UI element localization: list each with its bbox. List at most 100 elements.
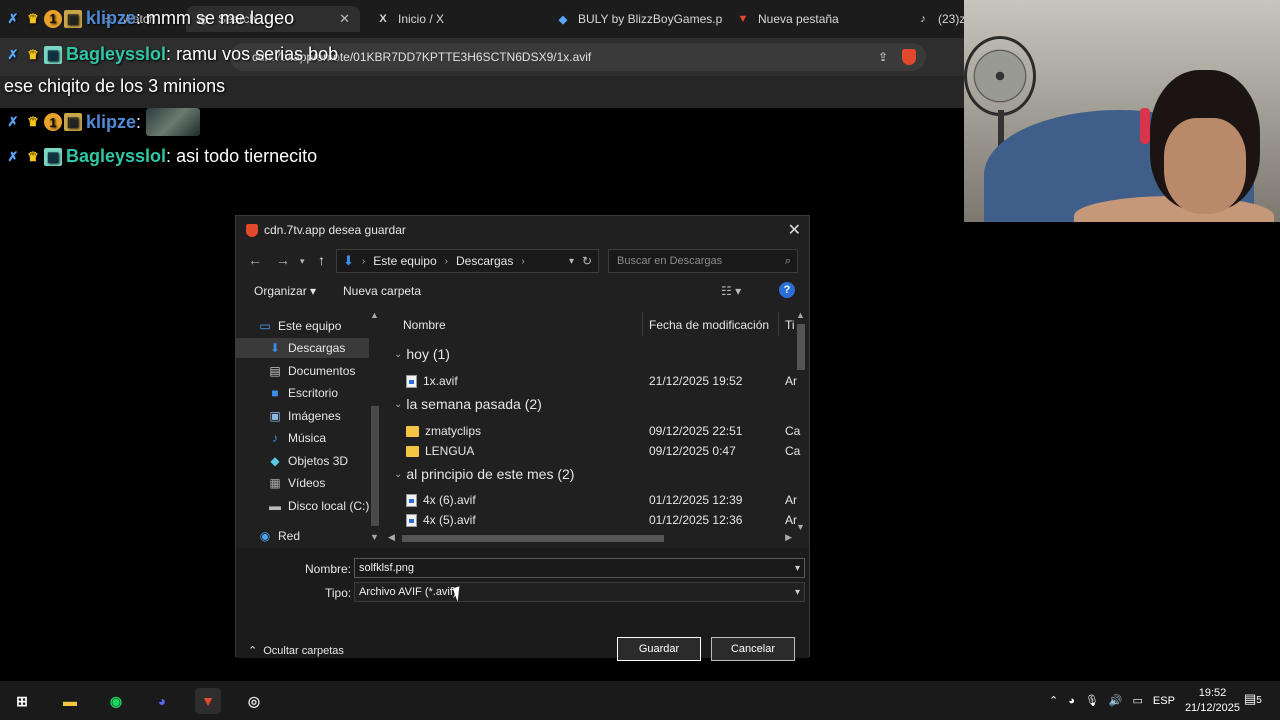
scroll-thumb[interactable] <box>402 535 664 542</box>
group-header[interactable]: ⌄ hoy (1) <box>394 346 450 362</box>
file-name: 4x (5).avif <box>423 513 476 527</box>
face-image <box>1164 118 1246 214</box>
discord-tray-icon[interactable]: ◕ <box>1068 695 1075 707</box>
file-icon <box>406 374 417 388</box>
tab-label: Nueva pestaña <box>758 12 839 26</box>
scroll-up-icon[interactable]: ▲ <box>796 310 805 320</box>
scroll-up-icon[interactable]: ▲ <box>370 310 379 320</box>
tab-tiktok[interactable]: ♪ (23)zr <box>906 6 964 32</box>
discord-icon[interactable]: ◕ <box>149 688 175 714</box>
column-header-name[interactable]: Nombre <box>403 318 446 332</box>
tiktok-icon: ♪ <box>920 13 926 25</box>
group-label: hoy (1) <box>406 346 450 362</box>
sidebar-item-label: Disco local (C:) <box>288 499 370 513</box>
list-item[interactable]: 1x.avif <box>406 372 458 390</box>
filename-input[interactable]: solfklsf.png ▾ <box>354 558 805 578</box>
scroll-down-icon[interactable]: ▼ <box>370 532 379 542</box>
file-date: 09/12/2025 0:47 <box>649 444 736 458</box>
microphone-icon[interactable]: 🎙 <box>1085 694 1099 707</box>
chat-text: asi todo tiernecito <box>176 146 318 166</box>
sidebar-item-escritorio[interactable]: ■ Escritorio <box>268 383 338 403</box>
brave-icon: ▼ <box>737 13 749 25</box>
tab-new[interactable]: ▼ Nueva pestaña <box>726 6 902 32</box>
file-explorer-icon[interactable]: ▬ <box>57 688 83 714</box>
group-header[interactable]: ⌄ la semana pasada (2) <box>394 396 542 412</box>
chat-badges: ✗ ♛ 1 ▣ <box>4 9 82 28</box>
sword-badge-icon: ✗ <box>7 114 19 129</box>
list-item[interactable]: 4x (5).avif <box>406 511 476 529</box>
file-icon <box>406 493 417 507</box>
volume-icon[interactable]: 🔊 <box>1109 694 1123 707</box>
scroll-right-icon[interactable]: ▶ <box>785 532 792 543</box>
drive-icon: ▬ <box>269 499 281 513</box>
chevron-down-icon[interactable]: ▾ <box>795 563 800 574</box>
brave-browser-icon[interactable]: ▼ <box>195 688 221 714</box>
file-name: LENGUA <box>425 444 475 458</box>
group-header[interactable]: ⌄ al principio de este mes (2) <box>394 466 574 482</box>
chat-badges: ✗ ♛ ▦ <box>4 45 62 64</box>
sidebar-scrollbar[interactable]: ▲ ▼ <box>369 310 381 542</box>
cube-icon: ◆ <box>270 454 280 468</box>
spotify-icon[interactable]: ◉ <box>103 688 129 714</box>
recent-locations-chevron-icon[interactable]: ▾ <box>300 256 305 267</box>
view-options-icon[interactable]: ☷ ▾ <box>721 284 741 298</box>
sidebar-item-musica[interactable]: ♪ Música <box>268 428 326 448</box>
chevron-down-icon[interactable]: ▾ <box>569 256 574 267</box>
hide-folders-toggle[interactable]: ⌃ Ocultar carpetas <box>248 644 344 658</box>
chevron-up-icon[interactable]: ⌃ <box>1049 694 1058 707</box>
language-indicator[interactable]: ESP <box>1153 695 1175 707</box>
breadcrumb-este-equipo[interactable]: Este equipo <box>373 254 436 268</box>
sidebar-item-objetos-3d[interactable]: ◆ Objetos 3D <box>268 451 348 471</box>
network-icon[interactable]: ▭ <box>1133 694 1143 707</box>
sidebar-item-disco-local[interactable]: ▬ Disco local (C:) <box>268 496 369 516</box>
chevron-down-icon[interactable]: ▾ <box>795 587 800 598</box>
chat-text: ramu vos serias bob <box>176 44 339 64</box>
scroll-thumb[interactable] <box>797 324 805 370</box>
column-header-date[interactable]: Fecha de modificación <box>649 318 769 332</box>
refresh-icon[interactable]: ↻ <box>582 254 592 268</box>
close-icon[interactable]: ✕ <box>788 220 801 240</box>
brave-shield-icon[interactable] <box>902 49 916 65</box>
column-header-type[interactable]: Ti <box>785 318 795 332</box>
download-icon: ⬇ <box>269 341 281 355</box>
horizontal-scrollbar[interactable]: ◀ ▶ <box>388 532 792 544</box>
cancel-button[interactable]: Cancelar <box>711 637 795 661</box>
list-item[interactable]: LENGUA <box>406 442 474 460</box>
file-list-scrollbar[interactable]: ▲ ▼ <box>795 310 807 532</box>
sidebar-item-documentos[interactable]: ▤ Documentos <box>268 361 355 381</box>
new-folder-button[interactable]: Nueva carpeta <box>343 284 421 298</box>
help-icon[interactable]: ? <box>779 282 795 298</box>
chat-badges: ✗ ♛ ▦ <box>4 147 62 166</box>
chat-message: ✗ ♛ 1 ▣ klipze: <box>4 108 201 136</box>
tab-buly[interactable]: ◆ BULY by BlizzBoyGames.pa <box>546 6 722 32</box>
notification-count: 5 <box>1256 695 1262 706</box>
list-item[interactable]: 4x (6).avif <box>406 491 476 509</box>
up-arrow-icon[interactable]: ↑ <box>318 252 325 268</box>
sidebar-item-red[interactable]: ◉ Red <box>258 526 300 546</box>
windows-start-icon[interactable]: ⊞ <box>9 688 35 714</box>
breadcrumb[interactable]: ⬇ › Este equipo › Descargas › ▾ ↻ <box>336 249 599 273</box>
tab-x[interactable]: X Inicio / X <box>366 6 542 32</box>
save-button[interactable]: Guardar <box>617 637 701 661</box>
organize-button[interactable]: Organizar ▾ <box>254 284 316 298</box>
share-icon[interactable]: ⇪ <box>878 50 888 64</box>
breadcrumb-descargas[interactable]: Descargas <box>456 254 513 268</box>
sidebar-item-este-equipo[interactable]: ▭ Este equipo <box>258 316 341 336</box>
sidebar-item-descargas[interactable]: ⬇ Descargas <box>236 338 369 358</box>
scroll-left-icon[interactable]: ◀ <box>388 532 395 543</box>
forward-arrow-icon[interactable]: → <box>276 252 290 268</box>
filetype-select[interactable]: Archivo AVIF (*.avif) ▾ <box>354 582 805 602</box>
sidebar-item-videos[interactable]: ▦ Vídeos <box>268 473 325 493</box>
back-arrow-icon[interactable]: ← <box>248 252 262 268</box>
scroll-down-icon[interactable]: ▼ <box>796 522 805 532</box>
list-item[interactable]: zmatyclips <box>406 422 481 440</box>
notification-center-icon[interactable]: ▤5 <box>1244 691 1264 709</box>
file-date: 01/12/2025 12:39 <box>649 493 743 507</box>
search-input[interactable]: Buscar en Descargas ⌕ <box>608 249 798 273</box>
clock[interactable]: 19:52 21/12/2025 <box>1185 686 1240 716</box>
obs-icon[interactable]: ◎ <box>241 688 267 714</box>
sidebar-item-imagenes[interactable]: ▣ Imágenes <box>268 406 340 426</box>
scroll-thumb[interactable] <box>371 406 379 526</box>
close-tab-icon[interactable]: ✕ <box>339 11 350 27</box>
x-icon: X <box>379 13 387 25</box>
